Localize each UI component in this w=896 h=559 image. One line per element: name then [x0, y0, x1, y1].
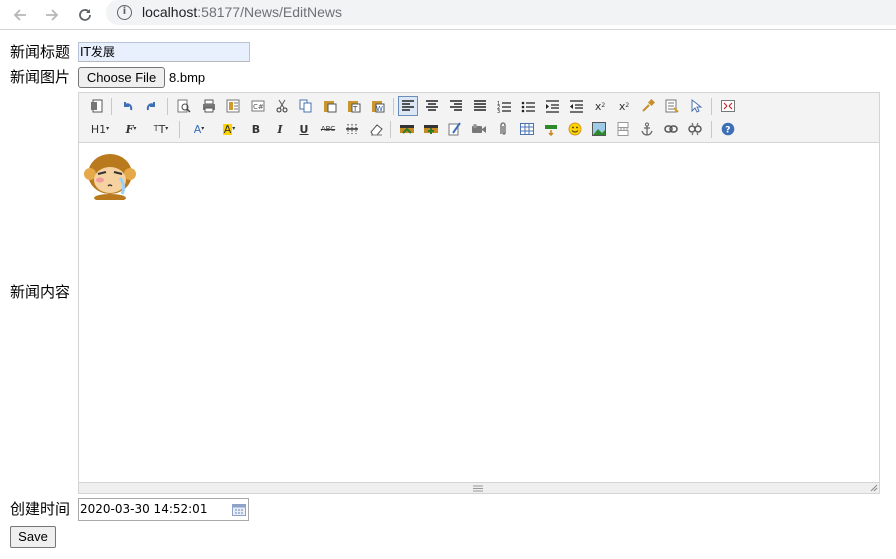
paste-word-icon[interactable]: W: [368, 96, 388, 116]
created-label: 创建时间: [10, 500, 71, 518]
editor-resize-bar[interactable]: [79, 482, 879, 493]
insert-table-icon[interactable]: [517, 119, 537, 139]
bold-icon[interactable]: B: [246, 119, 266, 139]
paste-text-icon[interactable]: T: [344, 96, 364, 116]
toolbar-separator: [111, 98, 112, 115]
selected-file-name: 8.bmp: [169, 70, 206, 85]
forward-icon[interactable]: [41, 4, 63, 26]
help-icon[interactable]: ?: [718, 119, 738, 139]
editor-content-area[interactable]: [79, 144, 879, 482]
strikethrough-icon[interactable]: ABC: [318, 119, 338, 139]
fullscreen-icon[interactable]: [718, 96, 738, 116]
pointer-icon[interactable]: [686, 96, 706, 116]
font-size-icon[interactable]: T T ▾: [149, 119, 173, 139]
scrawl-icon[interactable]: [445, 119, 465, 139]
monkey-emoticon-image: [84, 154, 136, 200]
attachment-icon[interactable]: [493, 119, 513, 139]
rich-text-editor: C# T W 123 x 2 x 2 H1 ▾ F ▾ T T ▾ A ▾ A …: [78, 92, 880, 494]
font-family-icon[interactable]: F ▾: [119, 119, 143, 139]
calendar-icon[interactable]: [232, 504, 246, 516]
select-all-icon[interactable]: [662, 96, 682, 116]
link-icon[interactable]: [661, 119, 681, 139]
url-text[interactable]: localhost:58177/News/EditNews: [142, 3, 342, 21]
preview-icon[interactable]: [174, 96, 194, 116]
eraser-icon[interactable]: [366, 119, 386, 139]
heading-label: H1: [90, 122, 107, 136]
italic-icon[interactable]: I: [270, 119, 290, 139]
redo-icon[interactable]: [142, 96, 162, 116]
code-icon[interactable]: C#: [248, 96, 268, 116]
image-label: 新闻图片: [10, 68, 71, 86]
toolbar-separator: [711, 121, 712, 138]
print-icon[interactable]: [199, 96, 219, 116]
format-painter-icon[interactable]: [638, 96, 658, 116]
browser-toolbar: i localhost:58177/News/EditNews: [0, 0, 896, 30]
info-icon[interactable]: i: [117, 5, 132, 20]
insert-row-icon[interactable]: [541, 119, 561, 139]
indent-icon[interactable]: [542, 96, 562, 116]
content-label: 新闻内容: [10, 283, 71, 301]
multi-image-icon[interactable]: [421, 119, 441, 139]
ordered-list-icon[interactable]: 123: [494, 96, 514, 116]
subscript-icon[interactable]: x2: [590, 96, 610, 116]
reload-icon[interactable]: [74, 4, 96, 26]
choose-file-button[interactable]: Choose File: [78, 67, 165, 88]
insert-image-icon[interactable]: [397, 119, 417, 139]
align-right-icon[interactable]: [446, 96, 466, 116]
back-icon[interactable]: [9, 4, 31, 26]
horizontal-rule-icon[interactable]: [342, 119, 362, 139]
toolbar-separator: [393, 98, 394, 115]
insert-video-icon[interactable]: [469, 119, 489, 139]
cut-icon[interactable]: [272, 96, 292, 116]
resize-grip-icon[interactable]: [473, 485, 483, 492]
outdent-icon[interactable]: [566, 96, 586, 116]
copy-icon[interactable]: [296, 96, 316, 116]
svg-text:C#: C#: [253, 103, 264, 111]
source-code-icon[interactable]: [87, 96, 107, 116]
svg-text:3: 3: [497, 109, 500, 113]
align-left-icon[interactable]: [398, 96, 418, 116]
svg-text:T: T: [352, 105, 358, 113]
heading-dropdown[interactable]: H1 ▾: [87, 119, 113, 139]
undo-icon[interactable]: [117, 96, 137, 116]
align-center-icon[interactable]: [422, 96, 442, 116]
svg-text:?: ?: [725, 126, 730, 136]
toolbar-separator: [167, 98, 168, 115]
resize-corner-icon[interactable]: [870, 484, 878, 492]
unordered-list-icon[interactable]: [518, 96, 538, 116]
title-input[interactable]: IT发展: [78, 42, 250, 62]
created-date-input[interactable]: 2020-03-30 14:52:01: [78, 498, 249, 521]
superscript-icon[interactable]: x2: [614, 96, 634, 116]
page-break-icon[interactable]: [613, 119, 633, 139]
paste-icon[interactable]: [320, 96, 340, 116]
unlink-icon[interactable]: [685, 119, 705, 139]
emotion-icon[interactable]: [565, 119, 585, 139]
font-color-icon[interactable]: A ▾: [187, 119, 211, 139]
toolbar-separator: [390, 121, 391, 138]
align-justify-icon[interactable]: [470, 96, 490, 116]
toolbar-separator: [179, 121, 180, 138]
svg-text:W: W: [376, 105, 383, 113]
template-icon[interactable]: [223, 96, 243, 116]
toolbar-separator: [711, 98, 712, 115]
editor-toolbar: C# T W 123 x 2 x 2 H1 ▾ F ▾ T T ▾ A ▾ A …: [79, 93, 879, 143]
anchor-icon[interactable]: [637, 119, 657, 139]
insert-picture-icon[interactable]: [589, 119, 609, 139]
save-button[interactable]: Save: [10, 526, 56, 548]
highlight-color-icon[interactable]: A ▾: [217, 119, 241, 139]
title-label: 新闻标题: [10, 43, 71, 61]
underline-icon[interactable]: U: [294, 119, 314, 139]
